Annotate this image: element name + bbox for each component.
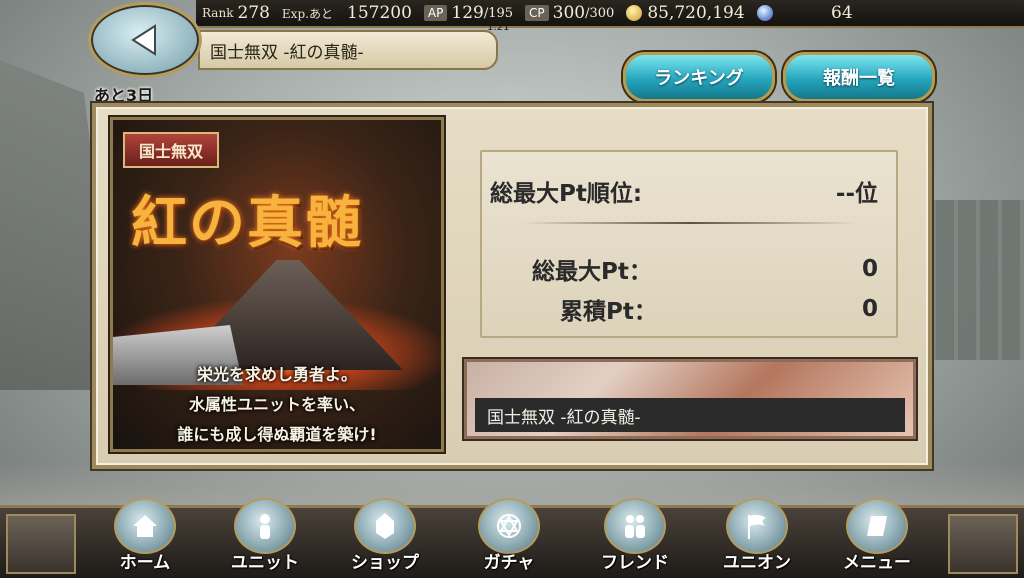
nav-home[interactable]: ホーム [86, 498, 204, 578]
cp-value: 300 [552, 3, 586, 23]
ranking-button-label: ランキング [654, 68, 744, 89]
ap-label: AP [423, 5, 448, 21]
gold-display: 85,720,194 [620, 0, 750, 26]
cp-label: CP [525, 5, 549, 21]
ap-value: 129 [451, 3, 484, 23]
shop-icon [354, 498, 416, 554]
gacha-icon [478, 498, 540, 554]
bottom-navigation: ホーム ユニット ショップ ガチャ フレンド ユニオン メニュー [0, 498, 1024, 578]
gold-coin-icon [626, 5, 643, 21]
nav-union[interactable]: ユニオン [698, 498, 816, 578]
nav-shop[interactable]: ショップ [326, 498, 444, 578]
nav-union-label: ユニオン [723, 553, 791, 573]
exp-display: Exp.あと 157200 [276, 0, 418, 26]
nav-shop-label: ショップ [351, 553, 419, 573]
nav-gacha[interactable]: ガチャ [450, 498, 568, 578]
cp-display: CP 300 /300 [519, 0, 620, 26]
event-stage-label: 国士無双 -紅の真髄- [475, 398, 905, 432]
banner-event-tag: 国士無双 [123, 132, 220, 168]
banner-desc-line-3: 誰にも成し得ぬ覇道を築け! [177, 425, 377, 444]
nav-ornament-right [948, 514, 1018, 574]
banner-desc-line-1: 栄光を求めし勇者よ。 [196, 365, 357, 384]
exp-value: 157200 [347, 3, 412, 23]
rewards-list-button-label: 報酬一覧 [823, 68, 895, 89]
unit-icon [234, 498, 296, 554]
nav-ornament-left [6, 514, 76, 574]
banner-title: 紅の真髄 [131, 190, 363, 256]
max-pt-stat-row: 総最大Pt： 0 [482, 252, 896, 286]
friend-icon [604, 498, 666, 554]
rank-stat-label: 総最大Pt順位: [490, 181, 643, 207]
rewards-list-button[interactable]: 報酬一覧 [783, 52, 935, 102]
points-summary: 総最大Pt順位: --位 総最大Pt： 0 累積Pt： 0 [480, 150, 898, 338]
menu-icon [846, 498, 908, 554]
total-pt-value: 0 [861, 296, 878, 322]
rank-value: 278 [237, 3, 270, 23]
page-title: 国士無双 -紅の真髄- [198, 30, 498, 70]
event-stage-banner[interactable]: 国士無双 -紅の真髄- [464, 359, 916, 439]
home-icon [114, 498, 176, 554]
nav-friend[interactable]: フレンド [576, 498, 694, 578]
ranking-button[interactable]: ランキング [623, 52, 775, 102]
rank-stat-row: 総最大Pt順位: --位 [482, 174, 896, 208]
cp-max: /300 [585, 5, 615, 21]
nav-home-label: ホーム [119, 553, 171, 573]
union-flag-icon [726, 498, 788, 554]
back-button[interactable] [88, 2, 202, 78]
total-pt-stat-row: 累積Pt： 0 [482, 292, 896, 326]
nav-unit[interactable]: ユニット [206, 498, 324, 578]
page-title-text: 国士無双 -紅の真髄- [210, 42, 364, 63]
ap-max: /195 [483, 5, 514, 21]
gold-value: 85,720,194 [647, 3, 745, 23]
back-arrow-icon [131, 24, 156, 56]
gem-display[interactable]: 64 [751, 0, 859, 26]
gem-icon [756, 5, 773, 21]
banner-desc-line-2: 水属性ユニットを率い、 [188, 395, 365, 414]
banner-description: 栄光を求めし勇者よ。 水属性ユニットを率い、 誰にも成し得ぬ覇道を築け! [113, 360, 441, 449]
status-bar: Rank 278 Exp.あと 157200 AP 129 /195 CP 30… [196, 0, 1024, 28]
rank-stat-value: --位 [835, 181, 878, 207]
rank-display: Rank 278 [196, 0, 276, 26]
max-pt-value: 0 [861, 256, 878, 282]
nav-friend-label: フレンド [601, 553, 669, 573]
max-pt-label: 総最大Pt： [532, 259, 652, 285]
nav-unit-label: ユニット [231, 553, 299, 573]
rank-label: Rank [202, 6, 234, 20]
event-info-panel: 国士無双 紅の真髄 栄光を求めし勇者よ。 水属性ユニットを率い、 誰にも成し得ぬ… [92, 103, 932, 469]
event-key-art: 国士無双 紅の真髄 栄光を求めし勇者よ。 水属性ユニットを率い、 誰にも成し得ぬ… [110, 117, 444, 452]
exp-label: Exp.あと [281, 6, 333, 21]
nav-menu-label: メニュー [843, 553, 911, 573]
total-pt-label: 累積Pt： [560, 299, 657, 325]
stats-divider [522, 222, 856, 224]
nav-menu[interactable]: メニュー [818, 498, 936, 578]
gem-value: 64 [831, 3, 853, 23]
nav-gacha-label: ガチャ [483, 553, 535, 573]
